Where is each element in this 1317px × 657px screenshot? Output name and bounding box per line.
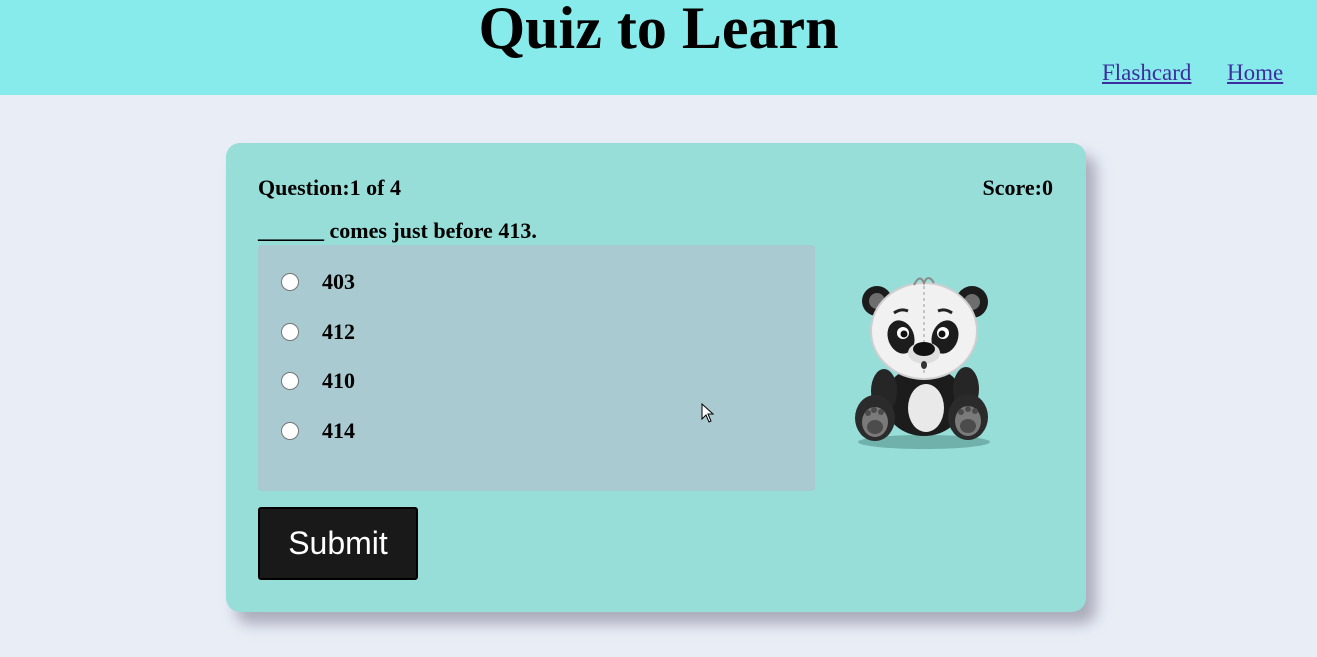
site-header: Quiz to Learn Flashcard Home — [0, 0, 1317, 95]
submit-button[interactable]: Submit — [258, 507, 418, 580]
radio-button[interactable] — [281, 372, 299, 390]
answer-option[interactable]: 403 — [281, 268, 355, 296]
answer-option[interactable]: 414 — [281, 417, 355, 445]
site-title: Quiz to Learn — [478, 0, 839, 61]
score-display: Score:0 — [982, 175, 1053, 200]
quiz-card: Question:1 of 4 Score:0 ______ comes jus… — [226, 143, 1086, 612]
question-counter: Question:1 of 4 — [258, 175, 401, 200]
radio-button[interactable] — [281, 422, 299, 440]
options-panel: 403 412 410 414 — [258, 245, 815, 491]
option-label: 403 — [322, 269, 355, 294]
panda-icon — [855, 277, 990, 449]
nav-link-flashcard[interactable]: Flashcard — [1102, 60, 1191, 86]
nav-link-home[interactable]: Home — [1227, 60, 1283, 86]
option-label: 410 — [322, 368, 355, 393]
option-label: 412 — [322, 319, 355, 344]
mouse-cursor-icon — [701, 403, 715, 423]
option-label: 414 — [322, 418, 355, 443]
radio-button[interactable] — [281, 273, 299, 291]
answer-option[interactable]: 412 — [281, 318, 355, 346]
radio-button[interactable] — [281, 323, 299, 341]
answer-option[interactable]: 410 — [281, 367, 355, 395]
question-text: ______ comes just before 413. — [258, 218, 537, 243]
